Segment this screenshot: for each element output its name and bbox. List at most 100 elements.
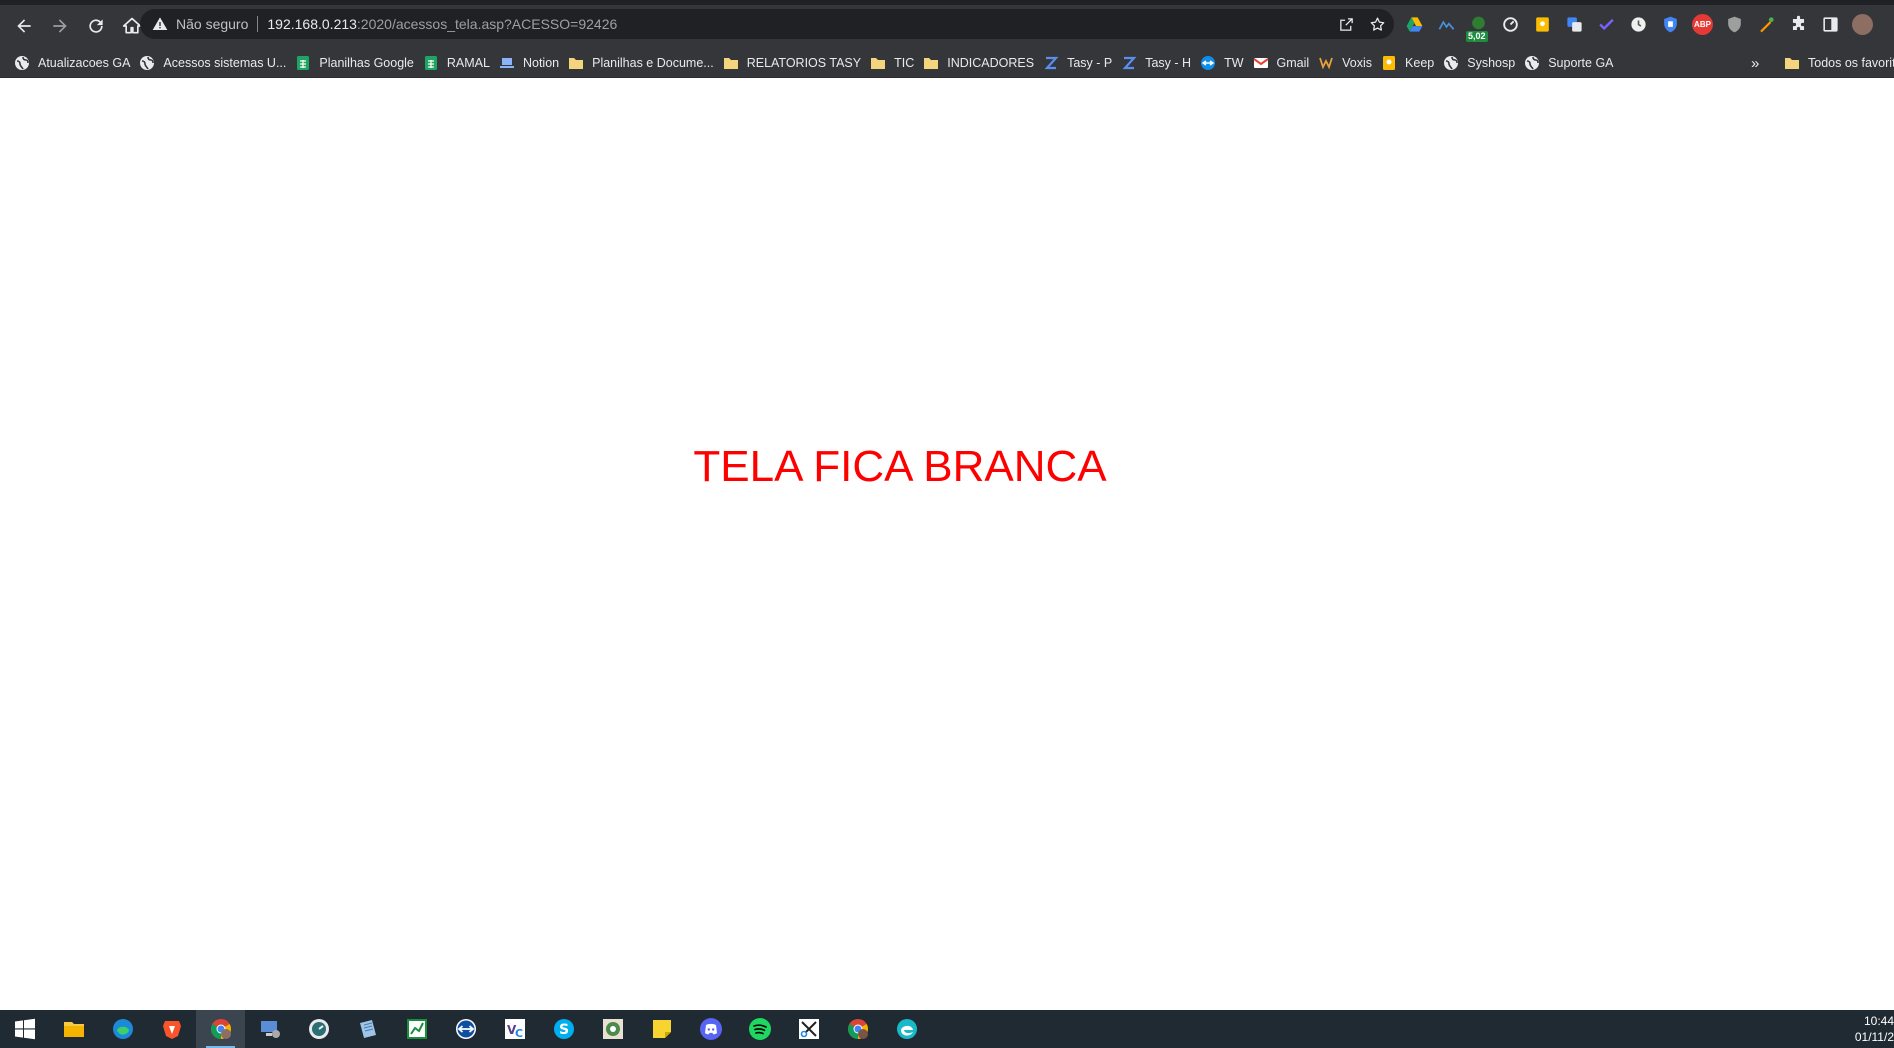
- bookmark-item[interactable]: Acessos sistemas U...: [137, 51, 293, 75]
- taskbar-app[interactable]: [833, 1010, 882, 1048]
- bookmark-item[interactable]: TIC: [868, 51, 921, 75]
- system-clock[interactable]: 10:44 01/11/2: [1855, 1010, 1894, 1048]
- share-icon[interactable]: [1338, 16, 1355, 33]
- bookmark-item[interactable]: Planilhas Google: [293, 51, 421, 75]
- colorpick-extension-icon[interactable]: [1756, 14, 1777, 35]
- bookmark-item[interactable]: TW: [1198, 51, 1250, 75]
- taskbar-app[interactable]: [882, 1010, 931, 1048]
- tasy-icon: [1121, 55, 1137, 71]
- bookmark-item[interactable]: Keep: [1379, 51, 1441, 75]
- stats-extension-icon[interactable]: [1436, 14, 1457, 35]
- bookmark-item[interactable]: RAMAL: [421, 51, 497, 75]
- taskbar-app[interactable]: [245, 1010, 294, 1048]
- globe-icon: [14, 55, 30, 71]
- chrome-icon: [846, 1017, 870, 1041]
- translate-extension-icon[interactable]: [1564, 14, 1585, 35]
- bookmark-item[interactable]: Gmail: [1251, 51, 1317, 75]
- bookmarks-bar: Atualizacoes GA Acessos sistemas U... Plan…: [0, 48, 1894, 78]
- snipping-tool-icon: [797, 1017, 821, 1041]
- taskbar-app[interactable]: [588, 1010, 637, 1048]
- bookmark-item[interactable]: Tasy - H: [1119, 51, 1198, 75]
- taskbar-app[interactable]: [147, 1010, 196, 1048]
- extension-badge: 5,02: [1466, 30, 1488, 42]
- skype-icon: S: [552, 1017, 576, 1041]
- gauge-extension-icon[interactable]: [1500, 14, 1521, 35]
- bookmark-item[interactable]: RELATORIOS TASY: [721, 51, 868, 75]
- bookmark-label: Atualizacoes GA: [38, 55, 131, 70]
- clock-date: 01/11/2: [1854, 1030, 1894, 1044]
- bookmark-item[interactable]: Syshosp: [1441, 51, 1522, 75]
- bookmark-label: TIC: [894, 55, 915, 70]
- clock-extension-icon[interactable]: [1628, 14, 1649, 35]
- chrome-profile-icon: [209, 1017, 233, 1041]
- bookmarks-overflow-button[interactable]: »: [1751, 48, 1759, 78]
- taskbar-app[interactable]: [49, 1010, 98, 1048]
- extensions-puzzle-icon[interactable]: [1788, 14, 1809, 35]
- bookmark-item[interactable]: INDICADORES: [921, 51, 1041, 75]
- taskbar-app[interactable]: [735, 1010, 784, 1048]
- forward-button[interactable]: [44, 10, 76, 42]
- taskbar-app[interactable]: VC: [490, 1010, 539, 1048]
- bookmark-label: Tasy - H: [1145, 55, 1192, 70]
- keep-extension-icon[interactable]: [1532, 14, 1553, 35]
- folder-icon: [1784, 55, 1800, 71]
- windows-taskbar: VC S 10:44 01/11/2: [0, 1010, 1894, 1048]
- shield-extension-icon[interactable]: [1660, 14, 1681, 35]
- bookmark-item[interactable]: Notion: [497, 51, 566, 75]
- taskbar-app[interactable]: [196, 1010, 245, 1048]
- bookmark-label: Acessos sistemas U...: [163, 55, 287, 70]
- taskbar-app[interactable]: S: [539, 1010, 588, 1048]
- address-bar[interactable]: Não seguro 192.168.0.213:2020/acessos_te…: [140, 9, 1394, 39]
- brave-icon: [160, 1017, 184, 1041]
- taskbar-app[interactable]: [637, 1010, 686, 1048]
- google-drive-icon[interactable]: [1404, 14, 1425, 35]
- bookmark-star-icon[interactable]: [1369, 16, 1386, 33]
- bookmark-label: Keep: [1405, 55, 1435, 70]
- bookmark-item[interactable]: Atualizacoes GA: [12, 51, 137, 75]
- bookmark-item[interactable]: Tasy - P: [1041, 51, 1119, 75]
- edge-icon: [111, 1017, 135, 1041]
- taskbar-app[interactable]: [784, 1010, 833, 1048]
- voxis-icon: [1318, 55, 1334, 71]
- taskbar-app[interactable]: [294, 1010, 343, 1048]
- start-button[interactable]: [0, 1010, 49, 1048]
- bookmark-label: RELATORIOS TASY: [746, 55, 862, 70]
- leaf-extension-icon[interactable]: 5,02: [1466, 14, 1489, 42]
- bookmark-label: Gmail: [1276, 55, 1310, 70]
- gmail-icon: [1252, 55, 1269, 71]
- profile-avatar-icon[interactable]: [1852, 13, 1873, 35]
- spotify-icon: [748, 1017, 772, 1041]
- remote-desktop-icon: [258, 1017, 282, 1041]
- globe-icon: [1524, 55, 1540, 71]
- teamviewer-icon: [1200, 55, 1216, 71]
- folder-icon: [723, 55, 739, 71]
- tasy-icon: [1043, 55, 1059, 71]
- taskbar-app[interactable]: [686, 1010, 735, 1048]
- globe-icon: [139, 55, 155, 71]
- browser-toolbar: Não seguro 192.168.0.213:2020/acessos_te…: [0, 0, 1894, 48]
- tasy-app-icon: [601, 1017, 625, 1041]
- adblock-extension-icon[interactable]: ABP: [1692, 13, 1713, 35]
- back-button[interactable]: [8, 10, 40, 42]
- bookmark-label: RAMAL: [446, 55, 490, 70]
- warning-icon[interactable]: [152, 16, 168, 32]
- security-label[interactable]: Não seguro: [176, 16, 248, 32]
- taskbar-app[interactable]: [392, 1010, 441, 1048]
- bookmark-item[interactable]: Planilhas e Docume...: [566, 51, 721, 75]
- taskbar-app[interactable]: [343, 1010, 392, 1048]
- privacy-badge-extension-icon[interactable]: [1724, 14, 1745, 35]
- bookmark-item[interactable]: Voxis: [1316, 51, 1379, 75]
- all-bookmarks-folder[interactable]: Todos os favoritos: [1782, 51, 1894, 75]
- check-extension-icon[interactable]: [1596, 14, 1617, 35]
- taskbar-app[interactable]: [441, 1010, 490, 1048]
- side-panel-icon[interactable]: [1820, 14, 1841, 35]
- url-path[interactable]: :2020/acessos_tela.asp?ACESSO=92426: [357, 16, 617, 32]
- reload-button[interactable]: [80, 10, 112, 42]
- address-actions: [1338, 9, 1386, 39]
- bookmark-item[interactable]: Suporte GA: [1522, 51, 1620, 75]
- url-host[interactable]: 192.168.0.213: [267, 16, 357, 32]
- taskbar-app[interactable]: [98, 1010, 147, 1048]
- teamviewer-icon: [454, 1017, 478, 1041]
- clock-time: 10:44: [1863, 1014, 1894, 1028]
- reload-icon: [89, 19, 103, 33]
